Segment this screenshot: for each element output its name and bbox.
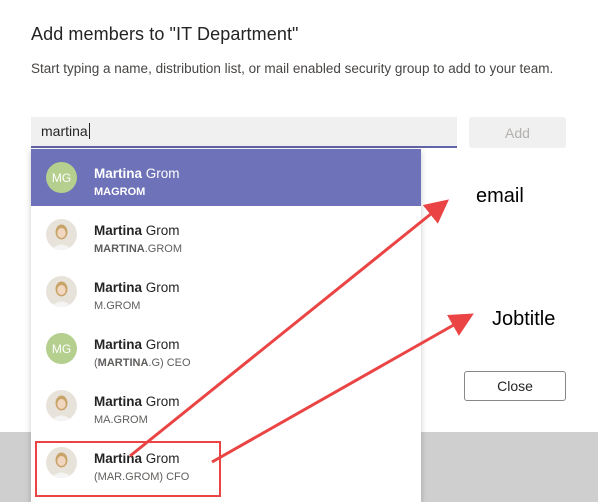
suggestion-name: Martina Grom: [94, 394, 180, 409]
member-search-input[interactable]: martina: [31, 117, 457, 148]
annotation-highlight-box: [35, 441, 221, 497]
add-button[interactable]: Add: [469, 117, 566, 148]
name-match: Martina: [94, 337, 143, 352]
suggestion-item[interactable]: Martina Grom MARTINA.GROM: [31, 206, 421, 263]
name-rest: Grom: [142, 280, 180, 295]
detail-text: MAGROM: [94, 186, 146, 198]
search-input-value: martina: [41, 123, 88, 139]
avatar: [46, 276, 77, 307]
name-match: Martina: [94, 280, 143, 295]
suggestion-item[interactable]: Martina Grom M.GROM: [31, 263, 421, 320]
add-members-dialog: Add members to "IT Department" Start typ…: [0, 0, 598, 502]
dialog-description: Start typing a name, distribution list, …: [31, 61, 554, 76]
avatar: [46, 219, 77, 250]
detail-rest: .G) CEO: [148, 357, 191, 369]
suggestion-item[interactable]: Martina Grom MA.GROM: [31, 377, 421, 434]
detail-rest: .GROM: [144, 243, 182, 255]
avatar: MG: [46, 333, 77, 364]
annotation-email-label: email: [476, 185, 524, 207]
suggestion-name: Martina Grom: [94, 223, 180, 238]
suggestion-detail: MAGROM: [94, 186, 145, 198]
suggestion-name: Martina Grom: [94, 280, 180, 295]
profile-photo-icon: [46, 276, 77, 307]
suggestion-detail: MARTINA.GROM: [94, 243, 182, 255]
suggestion-name: Martina Grom: [94, 166, 180, 181]
suggestion-item[interactable]: MG Martina Grom (MARTINA.G) CEO: [31, 320, 421, 377]
name-match: Martina: [94, 223, 143, 238]
avatar-initials: MG: [51, 341, 72, 356]
suggestion-detail: (MARTINA.G) CEO: [94, 357, 191, 369]
avatar: [46, 390, 77, 421]
name-rest: Grom: [142, 223, 180, 238]
text-caret: [88, 123, 90, 139]
name-rest: Grom: [142, 337, 180, 352]
close-button[interactable]: Close: [464, 371, 566, 401]
detail-match: MARTINA: [94, 243, 145, 255]
name-rest: Grom: [142, 394, 180, 409]
dialog-title: Add members to "IT Department": [31, 24, 299, 44]
avatar: MG: [46, 162, 77, 193]
suggestion-detail: M.GROM: [94, 300, 141, 312]
detail-match: MARTINA: [97, 357, 149, 369]
annotation-jobtitle-label: Jobtitle: [492, 308, 556, 330]
name-rest: Grom: [142, 166, 180, 181]
profile-photo-icon: [46, 219, 77, 250]
name-match: Martina: [94, 166, 143, 181]
suggestion-detail: MA.GROM: [94, 414, 148, 426]
suggestion-item[interactable]: MG Martina Grom MAGROM: [31, 149, 421, 206]
suggestion-name: Martina Grom: [94, 337, 180, 352]
name-match: Martina: [94, 394, 143, 409]
profile-photo-icon: [46, 390, 77, 421]
avatar-initials: MG: [51, 170, 72, 185]
